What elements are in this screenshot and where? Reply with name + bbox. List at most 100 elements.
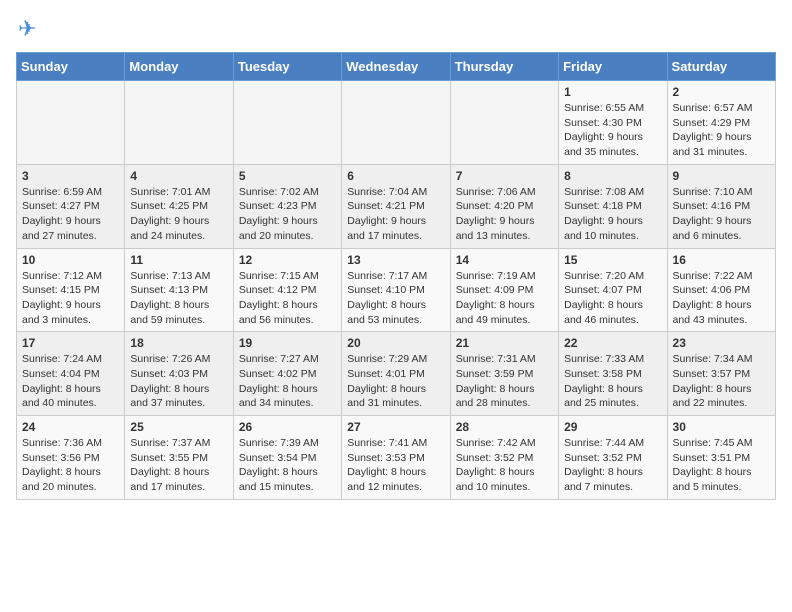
day-cell: [342, 81, 450, 165]
day-info: Sunrise: 7:42 AM Sunset: 3:52 PM Dayligh…: [456, 436, 553, 495]
header: ✈: [16, 16, 776, 44]
week-row-3: 10 Sunrise: 7:12 AM Sunset: 4:15 PM Dayli…: [17, 248, 776, 332]
day-info: Sunrise: 7:19 AM Sunset: 4:09 PM Dayligh…: [456, 269, 553, 328]
weekday-header-thursday: Thursday: [450, 53, 558, 81]
day-info: Sunrise: 7:13 AM Sunset: 4:13 PM Dayligh…: [130, 269, 227, 328]
day-cell: 19Sunrise: 7:27 AM Sunset: 4:02 PM Dayli…: [233, 332, 341, 416]
day-info: Sunrise: 7:29 AM Sunset: 4:01 PM Dayligh…: [347, 352, 444, 411]
day-cell: 11 Sunrise: 7:13 AM Sunset: 4:13 PM Dayli…: [125, 248, 233, 332]
day-cell: 15 Sunrise: 7:20 AM Sunset: 4:07 PM Dayli…: [559, 248, 667, 332]
logo: ✈: [16, 16, 48, 44]
weekday-header-friday: Friday: [559, 53, 667, 81]
day-cell: 14 Sunrise: 7:19 AM Sunset: 4:09 PM Dayli…: [450, 248, 558, 332]
day-info: Sunrise: 7:08 AM Sunset: 4:18 PM Dayligh…: [564, 185, 661, 244]
day-number: 2: [673, 85, 770, 99]
day-info: Sunrise: 7:12 AM Sunset: 4:15 PM Dayligh…: [22, 269, 119, 328]
day-cell: 27 Sunrise: 7:41 AM Sunset: 3:53 PM Dayli…: [342, 416, 450, 500]
day-info: Sunrise: 7:44 AM Sunset: 3:52 PM Dayligh…: [564, 436, 661, 495]
day-cell: 8 Sunrise: 7:08 AM Sunset: 4:18 PM Daylig…: [559, 164, 667, 248]
day-cell: 28 Sunrise: 7:42 AM Sunset: 3:52 PM Dayli…: [450, 416, 558, 500]
day-info: Sunrise: 7:41 AM Sunset: 3:53 PM Dayligh…: [347, 436, 444, 495]
day-number: 14: [456, 253, 553, 267]
weekday-header-saturday: Saturday: [667, 53, 775, 81]
day-number: 28: [456, 420, 553, 434]
day-cell: 6 Sunrise: 7:04 AM Sunset: 4:21 PM Daylig…: [342, 164, 450, 248]
day-number: 5: [239, 169, 336, 183]
day-number: 29: [564, 420, 661, 434]
day-info: Sunrise: 7:17 AM Sunset: 4:10 PM Dayligh…: [347, 269, 444, 328]
week-row-5: 24 Sunrise: 7:36 AM Sunset: 3:56 PM Dayli…: [17, 416, 776, 500]
day-cell: [233, 81, 341, 165]
week-row-1: 1Sunrise: 6:55 AM Sunset: 4:30 PM Daylig…: [17, 81, 776, 165]
day-number: 1: [564, 85, 661, 99]
day-number: 4: [130, 169, 227, 183]
day-cell: [450, 81, 558, 165]
day-info: Sunrise: 6:57 AM Sunset: 4:29 PM Dayligh…: [673, 101, 770, 160]
day-number: 22: [564, 336, 661, 350]
day-cell: 18 Sunrise: 7:26 AM Sunset: 4:03 PM Dayli…: [125, 332, 233, 416]
day-cell: 16 Sunrise: 7:22 AM Sunset: 4:06 PM Dayli…: [667, 248, 775, 332]
calendar-table: SundayMondayTuesdayWednesdayThursdayFrid…: [16, 52, 776, 500]
day-number: 27: [347, 420, 444, 434]
day-cell: 24 Sunrise: 7:36 AM Sunset: 3:56 PM Dayli…: [17, 416, 125, 500]
day-cell: 2 Sunrise: 6:57 AM Sunset: 4:29 PM Daylig…: [667, 81, 775, 165]
day-number: 6: [347, 169, 444, 183]
day-info: Sunrise: 7:04 AM Sunset: 4:21 PM Dayligh…: [347, 185, 444, 244]
day-number: 8: [564, 169, 661, 183]
day-number: 12: [239, 253, 336, 267]
week-row-4: 17Sunrise: 7:24 AM Sunset: 4:04 PM Dayli…: [17, 332, 776, 416]
day-cell: 7 Sunrise: 7:06 AM Sunset: 4:20 PM Daylig…: [450, 164, 558, 248]
day-number: 16: [673, 253, 770, 267]
day-number: 26: [239, 420, 336, 434]
logo-icon: ✈: [16, 16, 44, 44]
day-cell: 20 Sunrise: 7:29 AM Sunset: 4:01 PM Dayli…: [342, 332, 450, 416]
day-info: Sunrise: 7:15 AM Sunset: 4:12 PM Dayligh…: [239, 269, 336, 328]
day-cell: 1Sunrise: 6:55 AM Sunset: 4:30 PM Daylig…: [559, 81, 667, 165]
day-number: 15: [564, 253, 661, 267]
day-info: Sunrise: 7:34 AM Sunset: 3:57 PM Dayligh…: [673, 352, 770, 411]
day-number: 13: [347, 253, 444, 267]
day-number: 24: [22, 420, 119, 434]
weekday-header-tuesday: Tuesday: [233, 53, 341, 81]
day-number: 25: [130, 420, 227, 434]
week-row-2: 3Sunrise: 6:59 AM Sunset: 4:27 PM Daylig…: [17, 164, 776, 248]
day-info: Sunrise: 7:45 AM Sunset: 3:51 PM Dayligh…: [673, 436, 770, 495]
day-number: 10: [22, 253, 119, 267]
day-cell: 29 Sunrise: 7:44 AM Sunset: 3:52 PM Dayli…: [559, 416, 667, 500]
day-number: 3: [22, 169, 119, 183]
day-info: Sunrise: 7:22 AM Sunset: 4:06 PM Dayligh…: [673, 269, 770, 328]
day-number: 17: [22, 336, 119, 350]
day-cell: 23 Sunrise: 7:34 AM Sunset: 3:57 PM Dayli…: [667, 332, 775, 416]
day-number: 9: [673, 169, 770, 183]
day-info: Sunrise: 7:33 AM Sunset: 3:58 PM Dayligh…: [564, 352, 661, 411]
day-cell: [125, 81, 233, 165]
day-info: Sunrise: 7:27 AM Sunset: 4:02 PM Dayligh…: [239, 352, 336, 411]
day-number: 18: [130, 336, 227, 350]
day-cell: 9 Sunrise: 7:10 AM Sunset: 4:16 PM Daylig…: [667, 164, 775, 248]
weekday-header-row: SundayMondayTuesdayWednesdayThursdayFrid…: [17, 53, 776, 81]
day-number: 7: [456, 169, 553, 183]
day-number: 20: [347, 336, 444, 350]
day-cell: 3Sunrise: 6:59 AM Sunset: 4:27 PM Daylig…: [17, 164, 125, 248]
day-info: Sunrise: 7:39 AM Sunset: 3:54 PM Dayligh…: [239, 436, 336, 495]
day-cell: [17, 81, 125, 165]
day-cell: 17Sunrise: 7:24 AM Sunset: 4:04 PM Dayli…: [17, 332, 125, 416]
day-info: Sunrise: 7:06 AM Sunset: 4:20 PM Dayligh…: [456, 185, 553, 244]
weekday-header-wednesday: Wednesday: [342, 53, 450, 81]
day-cell: 12 Sunrise: 7:15 AM Sunset: 4:12 PM Dayli…: [233, 248, 341, 332]
day-info: Sunrise: 7:20 AM Sunset: 4:07 PM Dayligh…: [564, 269, 661, 328]
day-number: 11: [130, 253, 227, 267]
day-info: Sunrise: 7:02 AM Sunset: 4:23 PM Dayligh…: [239, 185, 336, 244]
day-number: 23: [673, 336, 770, 350]
svg-text:✈: ✈: [18, 16, 36, 41]
day-info: Sunrise: 7:36 AM Sunset: 3:56 PM Dayligh…: [22, 436, 119, 495]
day-info: Sunrise: 7:26 AM Sunset: 4:03 PM Dayligh…: [130, 352, 227, 411]
day-info: Sunrise: 7:10 AM Sunset: 4:16 PM Dayligh…: [673, 185, 770, 244]
day-info: Sunrise: 7:01 AM Sunset: 4:25 PM Dayligh…: [130, 185, 227, 244]
day-cell: 22 Sunrise: 7:33 AM Sunset: 3:58 PM Dayli…: [559, 332, 667, 416]
weekday-header-monday: Monday: [125, 53, 233, 81]
day-number: 21: [456, 336, 553, 350]
day-cell: 4 Sunrise: 7:01 AM Sunset: 4:25 PM Daylig…: [125, 164, 233, 248]
day-cell: 26 Sunrise: 7:39 AM Sunset: 3:54 PM Dayli…: [233, 416, 341, 500]
day-cell: 10 Sunrise: 7:12 AM Sunset: 4:15 PM Dayli…: [17, 248, 125, 332]
